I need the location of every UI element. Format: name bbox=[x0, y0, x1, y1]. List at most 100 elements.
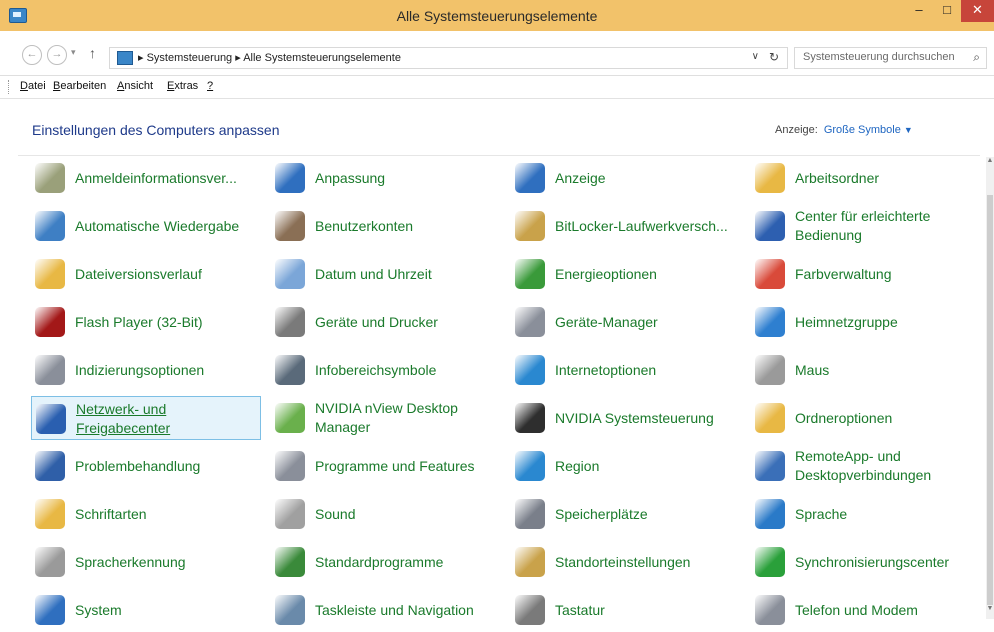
control-panel-item[interactable]: Sound bbox=[271, 492, 501, 536]
control-panel-item[interactable]: Datum und Uhrzeit bbox=[271, 252, 501, 296]
control-panel-item[interactable]: Dateiversionsverlauf bbox=[31, 252, 261, 296]
up-button[interactable]: ↑ bbox=[89, 45, 96, 61]
control-panel-item[interactable]: Infobereichsymbole bbox=[271, 348, 501, 392]
control-panel-item[interactable]: Programme und Features bbox=[271, 444, 501, 488]
control-panel-item[interactable]: Anzeige bbox=[511, 156, 741, 200]
control-panel-item-label: Internetoptionen bbox=[555, 361, 657, 378]
search-input[interactable]: Systemsteuerung durchsuchen ⌕ bbox=[794, 47, 987, 69]
control-panel-item[interactable]: Spracherkennung bbox=[31, 540, 261, 584]
control-panel-item[interactable]: Ordneroptionen bbox=[751, 396, 981, 440]
control-panel-item[interactable]: Sprache bbox=[751, 492, 981, 536]
view-by-selector[interactable]: Anzeige: Große Symbole ▼ bbox=[775, 124, 913, 136]
address-bar[interactable]: ▸ Systemsteuerung ▸ Alle Systemsteuerung… bbox=[109, 47, 788, 69]
menu-bearbeiten[interactable]: Bearbeiten bbox=[53, 80, 106, 92]
menu-grip bbox=[8, 80, 11, 94]
control-panel-item[interactable]: RemoteApp- und Desktopverbindungen bbox=[751, 444, 981, 488]
title-bar: Alle Systemsteuerungselemente – □ ✕ bbox=[0, 0, 994, 31]
control-panel-item[interactable]: Region bbox=[511, 444, 741, 488]
notification-icons-icon bbox=[275, 355, 305, 385]
region-icon bbox=[515, 451, 545, 481]
control-panel-item[interactable]: Standardprogramme bbox=[271, 540, 501, 584]
file-history-icon bbox=[35, 259, 65, 289]
user-accounts-icon bbox=[275, 211, 305, 241]
view-by-value[interactable]: Große Symbole bbox=[824, 124, 901, 136]
maximize-button[interactable]: □ bbox=[933, 0, 961, 22]
chevron-down-icon[interactable]: ▼ bbox=[904, 125, 913, 135]
control-panel-item-label: Sound bbox=[315, 505, 356, 522]
speech-recognition-icon bbox=[35, 547, 65, 577]
control-panel-item-label: NVIDIA nView Desktop Manager bbox=[315, 400, 458, 435]
control-panel-item[interactable]: System bbox=[31, 588, 261, 632]
control-panel-item-label: Schriftarten bbox=[75, 505, 147, 522]
control-panel-item-label: System bbox=[75, 601, 122, 618]
control-panel-item-label: Taskleiste und Navigation bbox=[315, 601, 474, 618]
control-panel-item[interactable]: NVIDIA nView Desktop Manager bbox=[271, 396, 501, 440]
control-panel-item-label: Sprache bbox=[795, 505, 848, 522]
search-icon[interactable]: ⌕ bbox=[973, 50, 980, 65]
scroll-up-icon[interactable]: ▲ bbox=[986, 157, 994, 164]
control-panel-item-label: Center für erleichterte Bedienung bbox=[795, 208, 931, 243]
control-panel-item[interactable]: Anmeldeinformationsver... bbox=[31, 156, 261, 200]
control-panel-item[interactable]: Automatische Wiedergabe bbox=[31, 204, 261, 248]
forward-button[interactable]: → bbox=[47, 45, 67, 65]
scrollbar-thumb[interactable] bbox=[987, 195, 993, 605]
control-panel-item[interactable]: Netzwerk- und Freigabecenter bbox=[31, 396, 261, 440]
nvidia-control-panel-icon bbox=[515, 403, 545, 433]
control-panel-item[interactable]: Geräte und Drucker bbox=[271, 300, 501, 344]
control-panel-item[interactable]: Maus bbox=[751, 348, 981, 392]
control-panel-item[interactable]: Taskleiste und Navigation bbox=[271, 588, 501, 632]
menu-datei[interactable]: Datei bbox=[20, 80, 46, 92]
control-panel-item-label: Spracherkennung bbox=[75, 553, 186, 570]
default-programs-icon bbox=[275, 547, 305, 577]
control-panel-item[interactable]: Energieoptionen bbox=[511, 252, 741, 296]
control-panel-item[interactable]: Internetoptionen bbox=[511, 348, 741, 392]
keyboard-icon bbox=[515, 595, 545, 625]
control-panel-item[interactable]: NVIDIA Systemsteuerung bbox=[511, 396, 741, 440]
system-icon bbox=[35, 595, 65, 625]
control-panel-item[interactable]: Tastatur bbox=[511, 588, 741, 632]
control-panel-item[interactable]: Farbverwaltung bbox=[751, 252, 981, 296]
control-panel-item-label: Indizierungsoptionen bbox=[75, 361, 205, 378]
close-button[interactable]: ✕ bbox=[961, 0, 994, 22]
credential-manager-icon bbox=[35, 163, 65, 193]
back-button[interactable]: ← bbox=[22, 45, 42, 65]
menu-help[interactable]: ? bbox=[207, 80, 213, 92]
color-management-icon bbox=[755, 259, 785, 289]
control-panel-item[interactable]: Indizierungsoptionen bbox=[31, 348, 261, 392]
control-panel-item[interactable]: Synchronisierungscenter bbox=[751, 540, 981, 584]
control-panel-item[interactable]: Geräte-Manager bbox=[511, 300, 741, 344]
control-panel-item-label: Infobereichsymbole bbox=[315, 361, 437, 378]
indexing-icon bbox=[35, 355, 65, 385]
address-dropdown-icon[interactable]: ∨ bbox=[752, 51, 759, 62]
control-panel-item-label: Datum und Uhrzeit bbox=[315, 265, 432, 282]
control-panel-item[interactable]: Benutzerkonten bbox=[271, 204, 501, 248]
sound-icon bbox=[275, 499, 305, 529]
menu-ansicht[interactable]: Ansicht bbox=[117, 80, 153, 92]
control-panel-item[interactable]: Flash Player (32-Bit) bbox=[31, 300, 261, 344]
scroll-down-icon[interactable]: ▼ bbox=[986, 605, 994, 612]
search-placeholder: Systemsteuerung durchsuchen bbox=[803, 51, 955, 63]
minimize-button[interactable]: – bbox=[905, 0, 933, 22]
control-panel-item-label: Automatische Wiedergabe bbox=[75, 217, 240, 234]
view-by-label: Anzeige: bbox=[775, 124, 818, 136]
breadcrumb[interactable]: ▸ Systemsteuerung ▸ Alle Systemsteuerung… bbox=[138, 51, 401, 64]
control-panel-item[interactable]: Speicherplätze bbox=[511, 492, 741, 536]
control-panel-item[interactable]: Center für erleichterte Bedienung bbox=[751, 204, 981, 248]
recent-locations-icon[interactable]: ▾ bbox=[71, 47, 76, 58]
control-panel-item[interactable]: Schriftarten bbox=[31, 492, 261, 536]
menu-extras[interactable]: Extras bbox=[167, 80, 198, 92]
control-panel-item[interactable]: Anpassung bbox=[271, 156, 501, 200]
network-sharing-icon bbox=[36, 404, 66, 434]
control-panel-item-label: Ordneroptionen bbox=[795, 409, 893, 426]
control-panel-item[interactable]: Telefon und Modem bbox=[751, 588, 981, 632]
control-panel-item[interactable]: Standorteinstellungen bbox=[511, 540, 741, 584]
mouse-icon bbox=[755, 355, 785, 385]
control-panel-item[interactable]: Problembehandlung bbox=[31, 444, 261, 488]
internet-options-icon bbox=[515, 355, 545, 385]
control-panel-item-label: Standorteinstellungen bbox=[555, 553, 691, 570]
refresh-icon[interactable]: ↻ bbox=[769, 50, 779, 64]
control-panel-item-label: Heimnetzgruppe bbox=[795, 313, 898, 330]
control-panel-item[interactable]: Arbeitsordner bbox=[751, 156, 981, 200]
control-panel-item[interactable]: BitLocker-Laufwerkversch... bbox=[511, 204, 741, 248]
control-panel-item[interactable]: Heimnetzgruppe bbox=[751, 300, 981, 344]
